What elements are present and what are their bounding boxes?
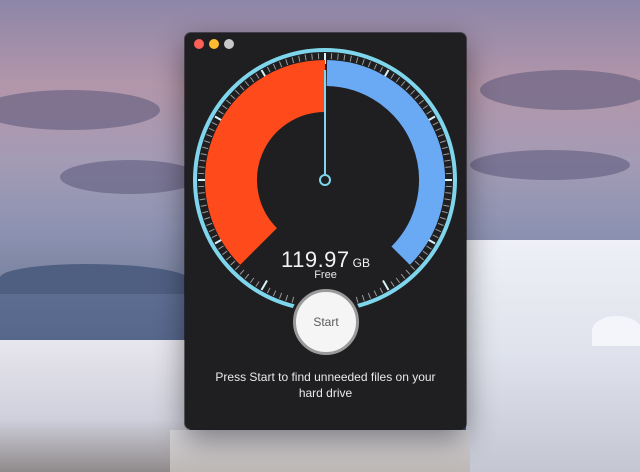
gauge-tick bbox=[311, 53, 313, 60]
gauge-tick bbox=[202, 146, 209, 150]
gauge-tick bbox=[255, 73, 260, 79]
gauge-tick bbox=[208, 228, 215, 233]
wallpaper-cloud bbox=[480, 70, 640, 110]
gauge-tick bbox=[206, 134, 213, 138]
gauge-tick bbox=[221, 104, 228, 110]
gauge-tick bbox=[439, 216, 446, 220]
wallpaper-hill bbox=[0, 264, 190, 294]
gauge-tick bbox=[405, 85, 411, 91]
gauge-tick bbox=[211, 234, 218, 239]
gauge-tick bbox=[199, 159, 206, 162]
gauge-tick bbox=[443, 153, 450, 156]
gauge-tick bbox=[400, 80, 406, 87]
free-space-arc bbox=[326, 60, 445, 265]
gauge-tick bbox=[211, 121, 218, 126]
gauge-tick bbox=[395, 76, 401, 83]
gauge-tick bbox=[432, 234, 439, 239]
gauge-tick bbox=[373, 63, 378, 70]
gauge-tick bbox=[266, 287, 271, 294]
gauge-tick bbox=[435, 228, 442, 233]
gauge-tick bbox=[379, 287, 384, 294]
gauge-tick bbox=[199, 198, 206, 201]
gauge-tick bbox=[390, 281, 395, 287]
wallpaper-cloud bbox=[470, 150, 630, 180]
gauge-tick bbox=[445, 166, 452, 168]
gauge-tick bbox=[349, 55, 352, 62]
gauge-tick bbox=[204, 216, 211, 220]
gauge-tick bbox=[202, 210, 209, 214]
gauge-tick bbox=[382, 279, 390, 291]
gauge-tick bbox=[255, 281, 260, 287]
free-space-label: Free bbox=[314, 269, 337, 281]
start-button[interactable]: Start bbox=[293, 289, 359, 355]
gauge-tick bbox=[298, 55, 301, 62]
gauge-tick bbox=[361, 294, 365, 301]
gauge-tick bbox=[439, 140, 446, 144]
gauge-tick bbox=[218, 110, 224, 115]
gauge-tick bbox=[367, 292, 371, 299]
gauge-tick bbox=[234, 89, 240, 95]
gauge-tick bbox=[343, 54, 346, 61]
gauge-tick bbox=[285, 59, 289, 66]
gauge-tick bbox=[422, 104, 429, 110]
gauge-tick bbox=[367, 61, 371, 68]
gauge-tick bbox=[244, 80, 250, 87]
gauge-tick bbox=[198, 166, 205, 168]
wallpaper-cloud bbox=[0, 90, 160, 130]
gauge-tick bbox=[200, 153, 207, 156]
gauge-tick bbox=[260, 279, 268, 291]
start-button-label: Start bbox=[313, 315, 339, 329]
gauge-tick bbox=[272, 63, 277, 70]
app-window: 119.97 GB Free Start Press Start to find … bbox=[185, 33, 466, 429]
gauge-tick bbox=[441, 210, 448, 214]
gauge-tick bbox=[279, 61, 283, 68]
gauge-tick bbox=[239, 85, 245, 91]
instruction-caption: Press Start to find unneeded files on yo… bbox=[215, 370, 436, 400]
gauge-tick bbox=[373, 290, 378, 297]
gauge-tick bbox=[206, 222, 213, 226]
gauge-tick bbox=[337, 53, 339, 60]
gauge-tick bbox=[208, 127, 215, 132]
wallpaper-buildings bbox=[0, 340, 190, 472]
gauge-tick bbox=[355, 296, 359, 303]
wallpaper-buildings bbox=[466, 240, 640, 472]
gauge-tick bbox=[432, 121, 439, 126]
gauge-tick bbox=[279, 292, 283, 299]
gauge-tick bbox=[445, 192, 452, 194]
gauge-tick bbox=[285, 294, 289, 301]
gauge-tick bbox=[249, 76, 255, 83]
gauge-tick bbox=[418, 99, 425, 105]
gauge-tick bbox=[390, 73, 395, 79]
used-space-arc bbox=[205, 60, 326, 265]
gauge-tick bbox=[266, 66, 271, 73]
gauge-tick bbox=[435, 127, 442, 132]
gauge-tick bbox=[379, 66, 384, 73]
gauge-tick bbox=[304, 54, 307, 61]
gauge-tick bbox=[355, 57, 359, 64]
gauge-tick bbox=[291, 57, 295, 64]
gauge-tick bbox=[230, 94, 236, 100]
gauge-tick bbox=[204, 140, 211, 144]
gauge-tick bbox=[200, 204, 207, 207]
gauge-tick bbox=[414, 94, 420, 100]
gauge-tick bbox=[444, 198, 451, 201]
gauge-tick bbox=[225, 99, 232, 105]
wallpaper-dome bbox=[592, 316, 640, 346]
gauge-tick bbox=[441, 146, 448, 150]
gauge-tick bbox=[426, 110, 432, 115]
needle-hub bbox=[319, 174, 331, 186]
gauge-tick bbox=[443, 204, 450, 207]
gauge-tick bbox=[437, 222, 444, 226]
gauge-tick bbox=[437, 134, 444, 138]
free-space-unit: GB bbox=[352, 256, 370, 270]
gauge-tick bbox=[198, 192, 205, 194]
gauge-tick bbox=[291, 296, 295, 303]
gauge-tick bbox=[444, 159, 451, 162]
gauge-tick bbox=[361, 59, 365, 66]
gauge-tick bbox=[410, 89, 416, 95]
wallpaper-cloud bbox=[60, 160, 200, 194]
gauge-tick bbox=[272, 290, 277, 297]
wallpaper-buildings bbox=[170, 430, 470, 472]
